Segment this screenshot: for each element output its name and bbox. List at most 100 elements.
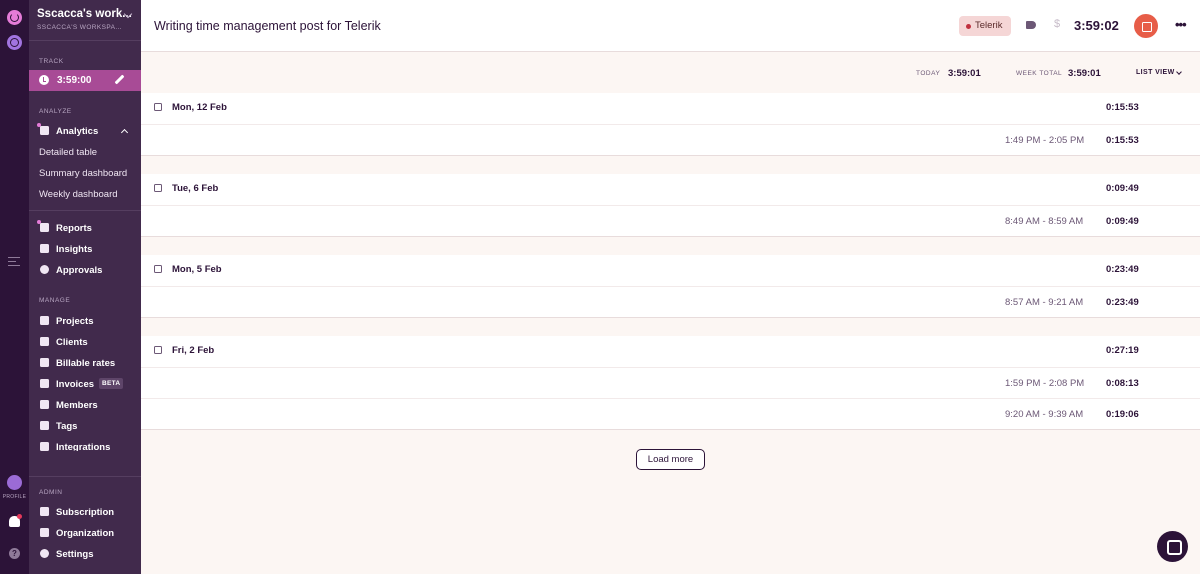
group-checkbox[interactable]	[154, 346, 162, 354]
workspace-name[interactable]: Sscacca's work...	[37, 8, 132, 20]
section-analyze: ANALYZE	[39, 108, 72, 115]
reports-icon	[40, 223, 49, 232]
group-total: 0:23:49	[1106, 264, 1139, 275]
time-entry-row[interactable]: 8:57 AM - 9:21 AM 0:23:49	[141, 286, 1200, 317]
integrations-icon	[40, 442, 49, 451]
section-admin: ADMIN	[39, 489, 63, 496]
load-more-button[interactable]: Load more	[636, 449, 705, 470]
sidebar-item-timer[interactable]: 3:59:00	[29, 70, 141, 91]
group-checkbox[interactable]	[154, 184, 162, 192]
sidebar-item-weekly-dashboard[interactable]: Weekly dashboard	[29, 185, 141, 203]
sidebar-item-members[interactable]: Members	[29, 396, 141, 414]
sidebar-item-label: Insights	[56, 244, 93, 255]
entry-duration[interactable]: 0:08:13	[1106, 378, 1139, 389]
time-entry-list: Mon, 12 Feb 0:15:53 1:49 PM - 2:05 PM 0:15:…	[141, 93, 1200, 448]
more-icon[interactable]: •••	[1175, 17, 1187, 32]
sidebar-item-label: Settings	[56, 549, 94, 560]
pencil-icon[interactable]	[114, 74, 125, 85]
sidebar-item-summary-dashboard[interactable]: Summary dashboard	[29, 164, 141, 182]
sidebar-item-integrations[interactable]: Integrations	[29, 438, 141, 451]
sidebar-item-organization[interactable]: Organization	[29, 524, 141, 542]
plan-icon[interactable]	[7, 35, 22, 50]
section-manage: MANAGE	[39, 297, 71, 304]
group-date: Fri, 2 Feb	[172, 345, 215, 356]
collapse-sidebar-icon[interactable]	[8, 257, 20, 266]
sidebar-divider	[29, 476, 141, 477]
organization-icon	[40, 528, 49, 537]
chat-icon[interactable]	[1157, 531, 1188, 562]
entry-time-range[interactable]: 8:49 AM - 8:59 AM	[1005, 216, 1083, 227]
invoice-icon	[40, 379, 49, 388]
sidebar-item-projects[interactable]: Projects	[29, 312, 141, 330]
billable-icon[interactable]: $	[1054, 18, 1060, 30]
group-total: 0:27:19	[1106, 345, 1139, 356]
check-circle-icon	[40, 265, 49, 274]
entry-time-range[interactable]: 1:59 PM - 2:08 PM	[1005, 378, 1084, 389]
entry-duration[interactable]: 0:23:49	[1106, 297, 1139, 308]
entry-duration[interactable]: 0:19:06	[1106, 409, 1139, 420]
power-icon[interactable]	[7, 10, 22, 25]
sidebar-item-tags[interactable]: Tags	[29, 417, 141, 435]
app-rail: PROFILE ?	[0, 0, 29, 574]
group-total: 0:15:53	[1106, 102, 1139, 113]
sidebar-item-label: Approvals	[56, 265, 103, 276]
group-header: Tue, 6 Feb 0:09:49	[141, 174, 1200, 205]
sidebar-item-analytics[interactable]: Analytics	[29, 122, 141, 140]
tag-icon[interactable]	[1026, 21, 1036, 29]
tag-icon	[40, 421, 49, 430]
entry-time-range[interactable]: 9:20 AM - 9:39 AM	[1005, 409, 1083, 420]
entry-duration[interactable]: 0:15:53	[1106, 135, 1139, 146]
group-checkbox[interactable]	[154, 103, 162, 111]
profile-label: PROFILE	[2, 494, 27, 500]
entry-duration[interactable]: 0:09:49	[1106, 216, 1139, 227]
sidebar-item-label: Integrations	[56, 442, 111, 451]
help-icon[interactable]: ?	[9, 548, 20, 559]
entry-time-range[interactable]: 8:57 AM - 9:21 AM	[1005, 297, 1083, 308]
group-date: Tue, 6 Feb	[172, 183, 219, 194]
group-date: Mon, 12 Feb	[172, 102, 227, 113]
project-chip[interactable]: Telerik	[959, 16, 1012, 36]
sidebar-item-settings[interactable]: Settings	[29, 545, 141, 563]
date-group: Mon, 5 Feb 0:23:49 8:57 AM - 9:21 AM 0:23:4…	[141, 255, 1200, 318]
time-entry-row[interactable]: 1:59 PM - 2:08 PM 0:08:13	[141, 367, 1200, 398]
sidebar-item-reports[interactable]: Reports	[29, 219, 141, 237]
time-entry-row[interactable]: 1:49 PM - 2:05 PM 0:15:53	[141, 124, 1200, 155]
sidebar-item-label: Tags	[56, 421, 78, 432]
date-group: Tue, 6 Feb 0:09:49 8:49 AM - 8:59 AM 0:09:4…	[141, 174, 1200, 237]
sidebar-item-label: Summary dashboard	[39, 168, 128, 179]
sidebar-item-clients[interactable]: Clients	[29, 333, 141, 351]
running-timer: 3:59:02	[1074, 18, 1119, 33]
profile-avatar[interactable]	[7, 475, 22, 490]
sidebar-item-subscription[interactable]: Subscription	[29, 503, 141, 521]
sidebar-item-insights[interactable]: Insights	[29, 240, 141, 258]
time-entry-row[interactable]: 9:20 AM - 9:39 AM 0:19:06	[141, 398, 1200, 429]
date-group: Mon, 12 Feb 0:15:53 1:49 PM - 2:05 PM 0:15:…	[141, 93, 1200, 156]
chevron-up-icon[interactable]	[120, 128, 129, 137]
chevron-down-icon[interactable]	[1176, 69, 1182, 75]
stop-timer-button[interactable]	[1134, 14, 1158, 38]
sidebar-item-approvals[interactable]: Approvals	[29, 261, 141, 279]
gear-icon	[40, 549, 49, 558]
group-total: 0:09:49	[1106, 183, 1139, 194]
time-entry-row[interactable]: 8:49 AM - 8:59 AM 0:09:49	[141, 205, 1200, 236]
sidebar-item-label: Reports	[56, 223, 92, 234]
client-icon	[40, 337, 49, 346]
card-icon	[40, 507, 49, 516]
list-view-dropdown[interactable]: LIST VIEW	[1136, 69, 1175, 76]
workspace-subtitle: SSCACCA'S WORKSPA...	[37, 24, 122, 31]
insights-icon	[40, 244, 49, 253]
bell-icon[interactable]	[9, 514, 22, 527]
sidebar-item-invoices[interactable]: Invoices BETA	[29, 375, 141, 393]
group-header: Mon, 12 Feb 0:15:53	[141, 93, 1200, 124]
timer-bar: Writing time management post for Telerik…	[141, 0, 1200, 52]
sidebar-item-billable-rates[interactable]: Billable rates	[29, 354, 141, 372]
beta-badge: BETA	[99, 378, 124, 389]
sidebar-item-label: Clients	[56, 337, 88, 348]
sidebar-item-detailed-table[interactable]: Detailed table	[29, 143, 141, 161]
bar-chart-icon	[40, 126, 49, 135]
folder-icon	[40, 316, 49, 325]
sidebar-item-label: Members	[56, 400, 98, 411]
time-entry-description[interactable]: Writing time management post for Telerik	[154, 19, 381, 33]
entry-time-range[interactable]: 1:49 PM - 2:05 PM	[1005, 135, 1084, 146]
group-checkbox[interactable]	[154, 265, 162, 273]
